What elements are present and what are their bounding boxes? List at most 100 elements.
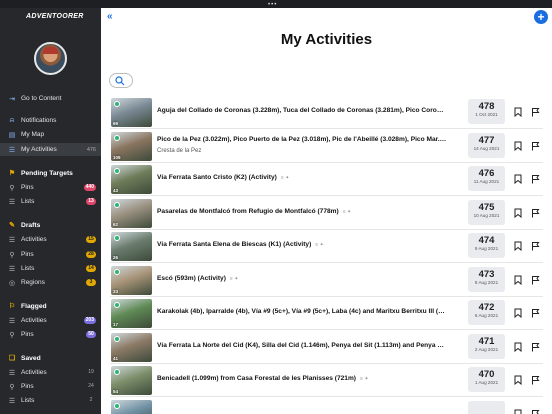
activity-thumbnail: 54 xyxy=(111,366,152,395)
activity-number: 470 xyxy=(478,369,495,380)
list-item[interactable]: 17 Karakolak (4b), Iparralde (4b), Vía #9… xyxy=(110,297,543,330)
sidebar-item-notifications[interactable]: ⍾ Notifications xyxy=(0,114,101,127)
flag-icon[interactable] xyxy=(531,409,540,414)
sidebar-item-label: Lists xyxy=(21,397,35,404)
sidebar-item-label: Pins xyxy=(21,331,34,338)
bookmark-icon[interactable] xyxy=(514,409,522,414)
activity-meta-icons: ≡ ✦ xyxy=(342,208,352,215)
bookmark-icon[interactable] xyxy=(514,241,522,251)
activity-title: Escó (593m) (Activity) ≡ ✦ xyxy=(157,275,447,282)
sidebar-item-my-activities[interactable]: ☰ My Activities 476 xyxy=(0,143,101,156)
bookmark-icon[interactable] xyxy=(514,342,522,352)
activity-title-text: Aguja del Collado de Coronas (3.228m), T… xyxy=(157,107,447,114)
bookmark-icon[interactable] xyxy=(514,275,522,285)
list-icon: ☰ xyxy=(8,198,16,206)
list-item[interactable]: 69 Aguja del Collado de Coronas (3.228m),… xyxy=(110,96,543,129)
flag-icon[interactable] xyxy=(531,342,540,352)
list-icon: ☰ xyxy=(8,146,16,154)
count-badge: 14 xyxy=(86,265,96,272)
list-icon: ☰ xyxy=(8,397,16,405)
sidebar-item-pending-pins[interactable]: ⚲ Pins 440 xyxy=(0,181,101,194)
add-button[interactable]: + xyxy=(534,10,548,24)
bookmark-icon[interactable] xyxy=(514,208,522,218)
flag-icon[interactable] xyxy=(531,375,540,385)
bookmark-icon[interactable] xyxy=(514,141,522,151)
sidebar-item-label: Activities xyxy=(21,369,47,376)
sidebar-item-flagged-pins[interactable]: ⚲ Pins 50 xyxy=(0,328,101,341)
activity-title-text: Pico de la Pez (3.022m), Pico Puerto de … xyxy=(157,135,444,143)
bookmark-icon[interactable] xyxy=(514,308,522,318)
sidebar-item-label: Activities xyxy=(21,236,47,243)
collapse-sidebar-icon[interactable]: « xyxy=(107,11,113,22)
count-badge: 13 xyxy=(86,198,96,205)
bookmark-icon[interactable] xyxy=(514,375,522,385)
activity-id-box xyxy=(468,400,505,414)
flag-icon[interactable] xyxy=(531,141,540,151)
activity-title: Vía Ferrata La Norte del Cid (K4), Silla… xyxy=(157,342,447,349)
flag-icon[interactable] xyxy=(531,308,540,318)
list-item[interactable]: 41 Vía Ferrata La Norte del Cid (K4), Sil… xyxy=(110,331,543,364)
list-icon: ☰ xyxy=(8,317,16,325)
activity-number: 478 xyxy=(478,101,495,112)
search-button[interactable] xyxy=(109,73,133,88)
flag-icon[interactable] xyxy=(531,174,540,184)
activity-thumbnail: 62 xyxy=(111,198,152,228)
flag-icon[interactable] xyxy=(531,107,540,117)
count-badge: 19 xyxy=(88,369,94,375)
sidebar-item-drafts-regions[interactable]: ◎ Regions 3 xyxy=(0,276,101,289)
sidebar-item-label: Pins xyxy=(21,383,34,390)
list-icon: ☰ xyxy=(8,369,16,377)
bookmark-icon[interactable] xyxy=(514,107,522,117)
list-item[interactable]: 43 Vía Ferrata Santo Cristo (K2) (Activit… xyxy=(110,163,543,196)
bell-icon: ⍾ xyxy=(9,116,15,124)
section-flagged: ⚐ Flagged xyxy=(0,300,101,312)
sidebar: ADVENTOORER ⇥ Go to Content ⍾ Notificati… xyxy=(0,8,101,414)
activity-title: Vía Ferrata Santa Elena de Biescas (K1) … xyxy=(157,241,447,248)
check-icon xyxy=(114,268,120,275)
flag-icon[interactable] xyxy=(531,241,540,251)
bookmark-icon[interactable] xyxy=(514,174,522,184)
sidebar-item-pending-lists[interactable]: ☰ Lists 13 xyxy=(0,195,101,208)
sidebar-item-my-map[interactable]: ▤ My Map xyxy=(0,128,101,141)
sidebar-item-saved-activities[interactable]: ☰ Activities 19 xyxy=(0,366,101,379)
count-badge: 28 xyxy=(86,251,96,258)
flag-icon[interactable] xyxy=(531,275,540,285)
list-item[interactable]: 54 Benicadell (1.099m) from Casa Forestal… xyxy=(110,364,543,397)
sidebar-item-drafts-lists[interactable]: ☰ Lists 14 xyxy=(0,262,101,275)
bookmark-icon: ❏ xyxy=(8,355,16,362)
list-item[interactable] xyxy=(110,398,543,414)
activity-title: Pico de la Pez (3.022m), Pico Puerto de … xyxy=(157,136,447,143)
flag-icon[interactable] xyxy=(531,208,540,218)
sidebar-item-flagged-activities[interactable]: ☰ Activities 203 xyxy=(0,314,101,327)
activity-number: 472 xyxy=(478,302,495,313)
activity-meta-icons: ≡ ✦ xyxy=(229,275,239,282)
activities-count: 476 xyxy=(86,146,96,153)
list-item[interactable]: 26 Vía Ferrata Santa Elena de Biescas (K1… xyxy=(110,230,543,263)
list-item[interactable]: 109 Pico de la Pez (3.022m), Pico Puerto … xyxy=(110,130,543,163)
avatar[interactable] xyxy=(34,42,67,75)
sidebar-item-go-to-content[interactable]: ⇥ Go to Content xyxy=(0,92,101,105)
list-item[interactable]: 33 Escó (593m) (Activity) ≡ ✦ 473 8 Aug 2021 xyxy=(110,264,543,297)
activity-number: 477 xyxy=(478,134,495,146)
sidebar-item-saved-pins[interactable]: ⚲ Pins 24 xyxy=(0,380,101,393)
activity-date: 10 Aug 2021 xyxy=(473,212,500,218)
activity-title-text: Vía Ferrata Santa Elena de Biescas (K1) … xyxy=(157,241,312,248)
activity-id-box: 474 9 Aug 2021 xyxy=(468,233,505,258)
sidebar-item-label: My Map xyxy=(21,131,45,138)
sidebar-item-label: Regions xyxy=(21,279,45,286)
sidebar-item-drafts-activities[interactable]: ☰ Activities 15 xyxy=(0,233,101,246)
count-badge: 3 xyxy=(86,279,96,286)
activity-thumbnail: 69 xyxy=(111,98,152,127)
sidebar-item-saved-lists[interactable]: ☰ Lists 2 xyxy=(0,394,101,407)
count-badge: 24 xyxy=(88,383,94,389)
activity-date: 9 Aug 2021 xyxy=(474,246,499,251)
activity-thumbnail: 17 xyxy=(111,299,152,328)
section-saved: ❏ Saved xyxy=(0,352,101,364)
activity-number: 476 xyxy=(478,168,495,179)
list-item[interactable]: 62 Pasarelas de Montfalcó from Refugio de… xyxy=(110,197,543,230)
activity-date: 2 Aug 2021 xyxy=(474,346,499,352)
activity-id-box: 470 1 Aug 2021 xyxy=(468,367,505,392)
sidebar-item-drafts-pins[interactable]: ⚲ Pins 28 xyxy=(0,248,101,261)
pending-icon: ⚑ xyxy=(8,170,16,177)
activity-date: 6 Aug 2021 xyxy=(474,313,499,318)
